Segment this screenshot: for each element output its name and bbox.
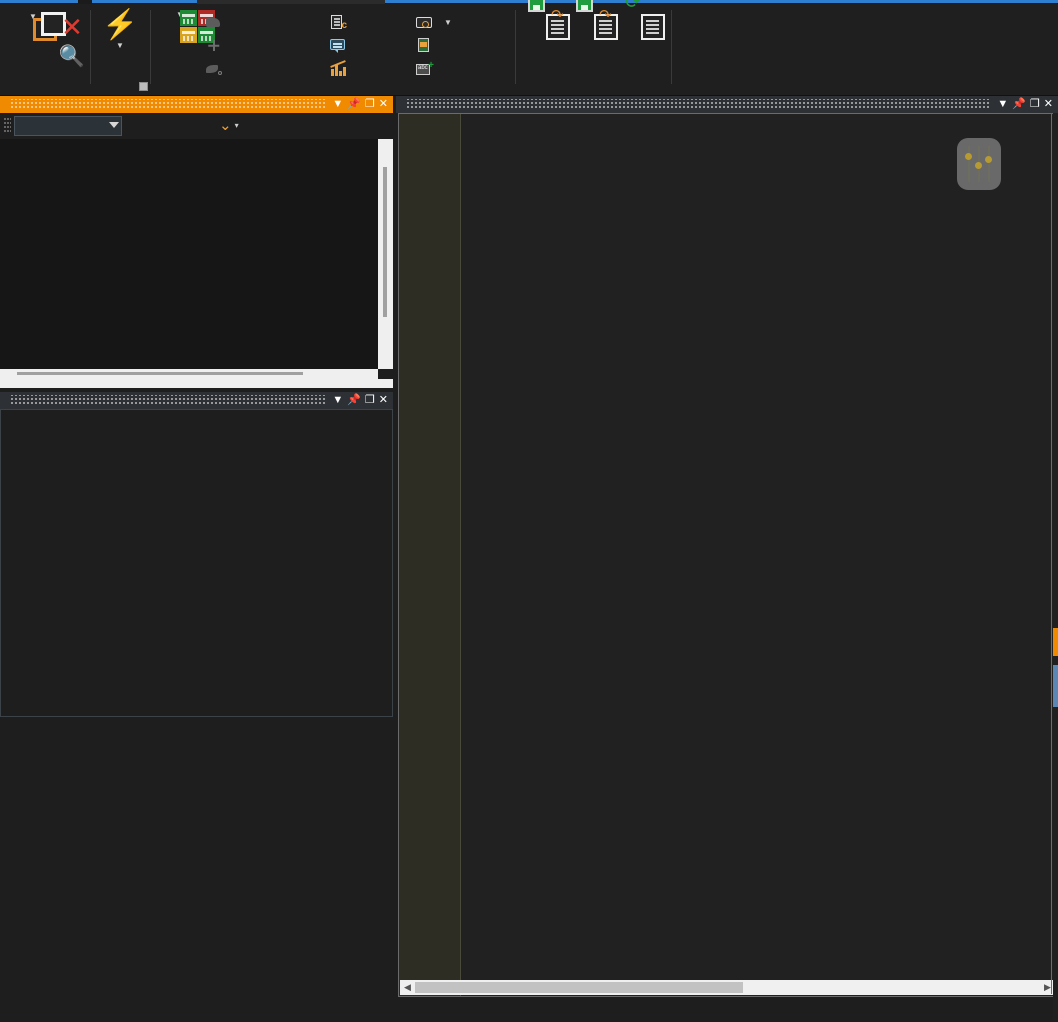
- outline-tree-vertical-scrollbar[interactable]: [378, 139, 393, 369]
- annotation-icon: +: [416, 61, 434, 77]
- outline-tree-hscroll-thumb[interactable]: [17, 372, 303, 375]
- details-titlebar-grip[interactable]: [11, 395, 327, 406]
- details-grid-border: [0, 409, 393, 717]
- editor-horizontal-scrollbar[interactable]: ◀ ▶: [400, 980, 1055, 995]
- details-titlebar[interactable]: ▼ 📌 ❐ ✕: [0, 392, 393, 409]
- close-icon[interactable]: ✕: [379, 395, 388, 406]
- commands-panel-edge: [1051, 113, 1052, 994]
- find-button[interactable]: 🔍: [58, 42, 86, 72]
- insert-coordinate-system[interactable]: [205, 35, 227, 55]
- ribbon-group-solver: ⚡ ▼: [92, 4, 148, 96]
- scroll-left-arrow-icon[interactable]: ◀: [400, 982, 415, 993]
- ansys-mechanical-window: ▼ ✕ 🔍 ⚡ ▼ c ▼ abc + ↷ ↷ ⟳ ▼ 📌 ❐ ✕ ⌄ ▾ ▼ …: [0, 0, 1058, 1022]
- editor-hscroll-track[interactable]: [415, 980, 1040, 995]
- close-icon[interactable]: ✕: [1044, 99, 1053, 110]
- insert-named-selection[interactable]: [205, 12, 227, 32]
- ribbon-divider-1: [90, 10, 91, 84]
- maximize-icon[interactable]: ❐: [365, 99, 375, 110]
- ribbon-group-options: ↷ ↷ ⟳: [517, 0, 669, 96]
- duplicate-button[interactable]: ▼: [4, 12, 66, 41]
- import-button[interactable]: ↷: [567, 0, 619, 40]
- right-edge-blue-marker: [1053, 665, 1058, 707]
- lightning-bolt-icon: ⚡: [101, 9, 139, 41]
- maximize-icon[interactable]: ❐: [365, 395, 375, 406]
- images-dropdown-caret-icon[interactable]: ▼: [444, 18, 452, 27]
- delete-button[interactable]: ✕: [58, 12, 86, 42]
- solve-button[interactable]: ⚡ ▼: [92, 9, 148, 50]
- window-right-edge-strip[interactable]: [1053, 113, 1058, 1020]
- apdl-code-editor[interactable]: ◀ ▶: [398, 113, 1057, 997]
- pin-icon[interactable]: 📌: [347, 99, 361, 110]
- solve-caret-icon: ▼: [116, 41, 124, 50]
- outline-tree[interactable]: [0, 139, 393, 369]
- commands-titlebar-grip[interactable]: [407, 99, 992, 110]
- outline-panel: ▼ 📌 ❐ ✕ ⌄ ▾: [0, 96, 393, 388]
- outline-filter-combo[interactable]: [14, 116, 122, 136]
- delete-x-icon: ✕: [61, 12, 83, 42]
- ribbon-divider-2: [150, 10, 151, 84]
- export-button[interactable]: ↷: [519, 0, 571, 40]
- chevron-down-icon[interactable]: [109, 122, 119, 128]
- code-text-area[interactable]: [460, 114, 1056, 996]
- chart-icon: [330, 60, 347, 77]
- ribbon-toolbar: ▼ ✕ 🔍 ⚡ ▼ c ▼ abc + ↷ ↷ ⟳: [0, 0, 1058, 96]
- ribbon-tab-indicator-3: [385, 0, 1058, 3]
- sliders-settings-icon[interactable]: [957, 138, 1001, 190]
- toolbar-drag-handle[interactable]: [4, 118, 11, 134]
- insert-comment[interactable]: [330, 35, 352, 55]
- remote-point-icon: [205, 61, 222, 77]
- commands-editor-panel: ▼ 📌 ❐ ✕ ◀ ▶: [396, 96, 1058, 1020]
- search-input[interactable]: [123, 116, 213, 136]
- commands-icon: c: [330, 14, 347, 31]
- right-edge-orange-marker: [1053, 628, 1058, 656]
- named-selection-icon: [205, 14, 222, 30]
- editor-hscroll-thumb[interactable]: [415, 982, 743, 993]
- insert-images[interactable]: ▼: [416, 12, 452, 32]
- commands-titlebar[interactable]: ▼ 📌 ❐ ✕: [396, 96, 1058, 113]
- close-icon[interactable]: ✕: [379, 99, 388, 110]
- insert-chart[interactable]: [330, 59, 352, 79]
- search-options-chevron-icon[interactable]: ⌄: [219, 118, 232, 133]
- menu-chevron-icon[interactable]: ▼: [997, 99, 1008, 110]
- menu-chevron-icon[interactable]: ▼: [332, 99, 343, 110]
- refresh-button[interactable]: ⟳: [615, 0, 665, 40]
- maximize-icon[interactable]: ❐: [1030, 99, 1040, 110]
- ribbon-tab-indicator-1: [0, 0, 78, 3]
- outline-search-bar: ⌄ ▾: [0, 113, 393, 139]
- analysis-button[interactable]: ▼: [152, 10, 215, 43]
- comment-icon: [330, 37, 347, 53]
- outline-tree-horizontal-scrollbar[interactable]: [0, 369, 378, 379]
- outline-titlebar[interactable]: ▼ 📌 ❐ ✕: [0, 96, 393, 113]
- ribbon-group-outline: ▼ ✕ 🔍: [0, 4, 90, 96]
- search-options-caret-icon[interactable]: ▾: [235, 117, 239, 135]
- section-plane-icon: [416, 37, 433, 53]
- insert-commands[interactable]: c: [330, 12, 352, 32]
- line-number-gutter: [399, 114, 460, 996]
- pin-icon[interactable]: 📌: [347, 395, 361, 406]
- insert-remote-point[interactable]: [205, 59, 227, 79]
- insert-annotation[interactable]: +: [416, 59, 438, 79]
- menu-chevron-icon[interactable]: ▼: [332, 395, 343, 406]
- outline-panel-footer: [0, 379, 393, 388]
- insert-section-plane[interactable]: [416, 35, 438, 55]
- ribbon-divider-4: [671, 10, 672, 84]
- ribbon-tab-indicator-2: [92, 0, 197, 3]
- details-panel: ▼ 📌 ❐ ✕: [0, 392, 393, 717]
- outline-tree-vscroll-thumb[interactable]: [383, 167, 387, 317]
- ribbon-divider-3: [515, 10, 516, 84]
- coordinate-system-icon: [205, 37, 222, 53]
- pin-icon[interactable]: 📌: [1012, 99, 1026, 110]
- ribbon-group-insert: ▼ c: [152, 4, 562, 96]
- camera-icon: [416, 14, 433, 30]
- dialog-launcher-icon[interactable]: [139, 82, 148, 91]
- search-magnifier-icon: 🔍: [58, 45, 86, 68]
- outline-titlebar-grip[interactable]: [11, 99, 327, 110]
